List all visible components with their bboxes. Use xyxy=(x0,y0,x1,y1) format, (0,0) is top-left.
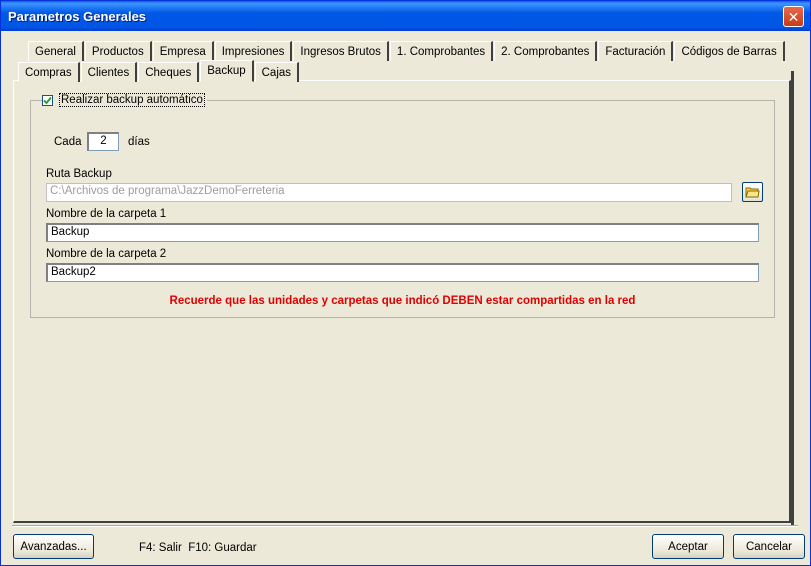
tab-empresa[interactable]: Empresa xyxy=(152,41,214,61)
carpeta1-label: Nombre de la carpeta 1 xyxy=(46,208,167,220)
auto-backup-label[interactable]: Realizar backup automático xyxy=(59,93,205,107)
tab-ingresos-brutos[interactable]: Ingresos Brutos xyxy=(293,41,389,61)
window-title: Parametros Generales xyxy=(8,9,147,24)
auto-backup-checkbox[interactable] xyxy=(42,94,53,106)
browse-folder-button[interactable] xyxy=(742,182,763,202)
footer-separator xyxy=(12,525,798,527)
backup-groupbox: Realizar backup automático Cada 2 días R… xyxy=(30,93,775,318)
ruta-backup-label: Ruta Backup xyxy=(46,168,112,180)
tab-impresiones[interactable]: Impresiones xyxy=(214,41,293,61)
tab-general[interactable]: General xyxy=(28,41,84,61)
tab-facturacion[interactable]: Facturación xyxy=(598,41,674,61)
keyboard-shortcuts-hint: F4: Salir F10: Guardar xyxy=(139,542,257,554)
tab-cheques[interactable]: Cheques xyxy=(138,62,200,82)
dialog-window: Parametros Generales ✕ General Productos… xyxy=(0,0,811,566)
carpeta1-input[interactable]: Backup xyxy=(46,223,759,242)
check-icon xyxy=(43,96,52,104)
tab-cajas[interactable]: Cajas xyxy=(254,62,300,82)
tab-codigos-de-barras[interactable]: Códigos de Barras xyxy=(674,41,785,61)
cada-label: Cada xyxy=(54,136,82,148)
carpeta2-label: Nombre de la carpeta 2 xyxy=(46,248,167,260)
shared-folders-warning: Recuerde que las unidades y carpetas que… xyxy=(169,295,636,307)
carpeta2-input[interactable]: Backup2 xyxy=(46,263,759,282)
tab-row-bottom: Compras Clientes Cheques Backup Cajas xyxy=(18,60,300,82)
tab-productos[interactable]: Productos xyxy=(84,41,152,61)
title-bar[interactable]: Parametros Generales ✕ xyxy=(1,1,810,31)
dias-input[interactable]: 2 xyxy=(87,132,119,151)
accept-button[interactable]: Aceptar xyxy=(652,534,724,559)
tab-panel-backup: Realizar backup automático Cada 2 días R… xyxy=(13,80,791,523)
auto-backup-checkbox-row[interactable]: Realizar backup automático xyxy=(42,93,207,107)
dialog-client: General Productos Empresa Impresiones In… xyxy=(4,31,807,563)
ruta-backup-input[interactable]: C:\Archivos de programa\JazzDemoFerreter… xyxy=(46,183,732,202)
tab-comprobantes-1[interactable]: 1. Comprobantes xyxy=(389,41,494,61)
tab-panel-shadow xyxy=(791,71,794,525)
cancel-button[interactable]: Cancelar xyxy=(733,534,805,559)
folder-icon xyxy=(745,187,760,198)
tab-comprobantes-2[interactable]: 2. Comprobantes xyxy=(494,41,598,61)
close-button[interactable]: ✕ xyxy=(783,6,804,27)
tab-row-top: General Productos Empresa Impresiones In… xyxy=(28,41,786,61)
dias-label: días xyxy=(128,136,150,148)
tab-compras[interactable]: Compras xyxy=(18,62,80,82)
tab-backup[interactable]: Backup xyxy=(200,60,254,82)
tab-clientes[interactable]: Clientes xyxy=(80,62,138,82)
close-icon: ✕ xyxy=(787,8,800,25)
advanced-button[interactable]: Avanzadas... xyxy=(13,534,94,559)
